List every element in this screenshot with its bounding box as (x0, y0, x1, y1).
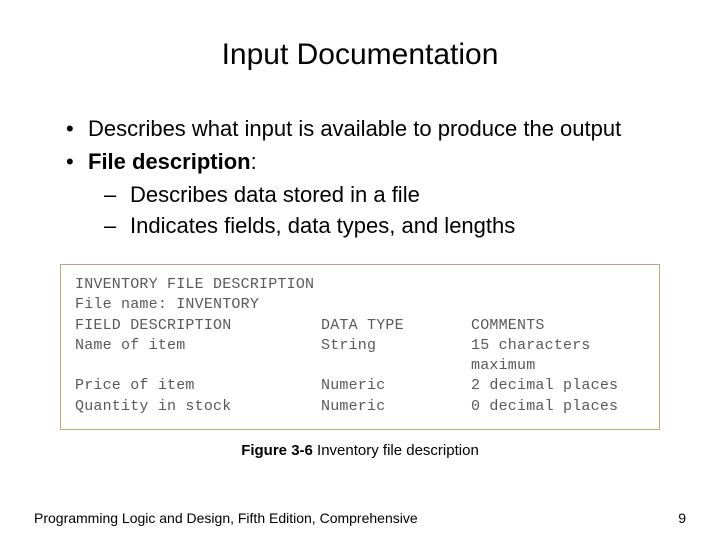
sub-bullet-item: Indicates fields, data types, and length… (104, 211, 680, 240)
bullet-item: File description: Describes data stored … (66, 147, 680, 240)
figure-cell: String (321, 336, 471, 377)
body-content: Describes what input is available to pro… (30, 114, 690, 240)
figure-caption-text: Inventory file description (313, 442, 479, 459)
figure-cell: Numeric (321, 397, 471, 417)
figure-header-cell: FIELD DESCRIPTION (75, 316, 321, 336)
figure-cell: 15 characters maximum (471, 336, 645, 377)
figure-header-cell: DATA TYPE (321, 316, 471, 336)
sub-bullet-list: Describes data stored in a file Indicate… (88, 180, 680, 240)
footer-left: Programming Logic and Design, Fifth Edit… (34, 510, 418, 526)
bullet-text: : (251, 149, 257, 174)
figure-header-cell: COMMENTS (471, 316, 645, 336)
figure-cell: Name of item (75, 336, 321, 377)
figure-cell: 2 decimal places (471, 376, 645, 396)
figure-cell: Quantity in stock (75, 397, 321, 417)
bullet-text: Describes what input is available to pro… (88, 116, 621, 141)
slide: Input Documentation Describes what input… (0, 0, 720, 540)
figure-data-row: Price of item Numeric 2 decimal places (75, 376, 645, 396)
figure-cell: 0 decimal places (471, 397, 645, 417)
figure-line: File name: INVENTORY (75, 295, 645, 315)
figure-header-row: FIELD DESCRIPTION DATA TYPE COMMENTS (75, 316, 645, 336)
bullet-text-bold: File description (88, 149, 251, 174)
sub-bullet-text: Indicates fields, data types, and length… (130, 213, 515, 238)
figure-caption: Figure 3-6 Inventory file description (30, 442, 690, 459)
footer: Programming Logic and Design, Fifth Edit… (34, 510, 686, 526)
figure-box: INVENTORY FILE DESCRIPTION File name: IN… (60, 264, 660, 430)
bullet-item: Describes what input is available to pro… (66, 114, 680, 143)
figure-number: Figure 3-6 (241, 442, 313, 459)
figure-line: INVENTORY FILE DESCRIPTION (75, 275, 645, 295)
figure-cell: Numeric (321, 376, 471, 396)
figure-data-row: Name of item String 15 characters maximu… (75, 336, 645, 377)
sub-bullet-text: Describes data stored in a file (130, 182, 420, 207)
figure-cell: Price of item (75, 376, 321, 396)
bullet-list: Describes what input is available to pro… (66, 114, 680, 240)
page-title: Input Documentation (30, 38, 690, 72)
figure-data-row: Quantity in stock Numeric 0 decimal plac… (75, 397, 645, 417)
sub-bullet-item: Describes data stored in a file (104, 180, 680, 209)
page-number: 9 (678, 510, 686, 526)
